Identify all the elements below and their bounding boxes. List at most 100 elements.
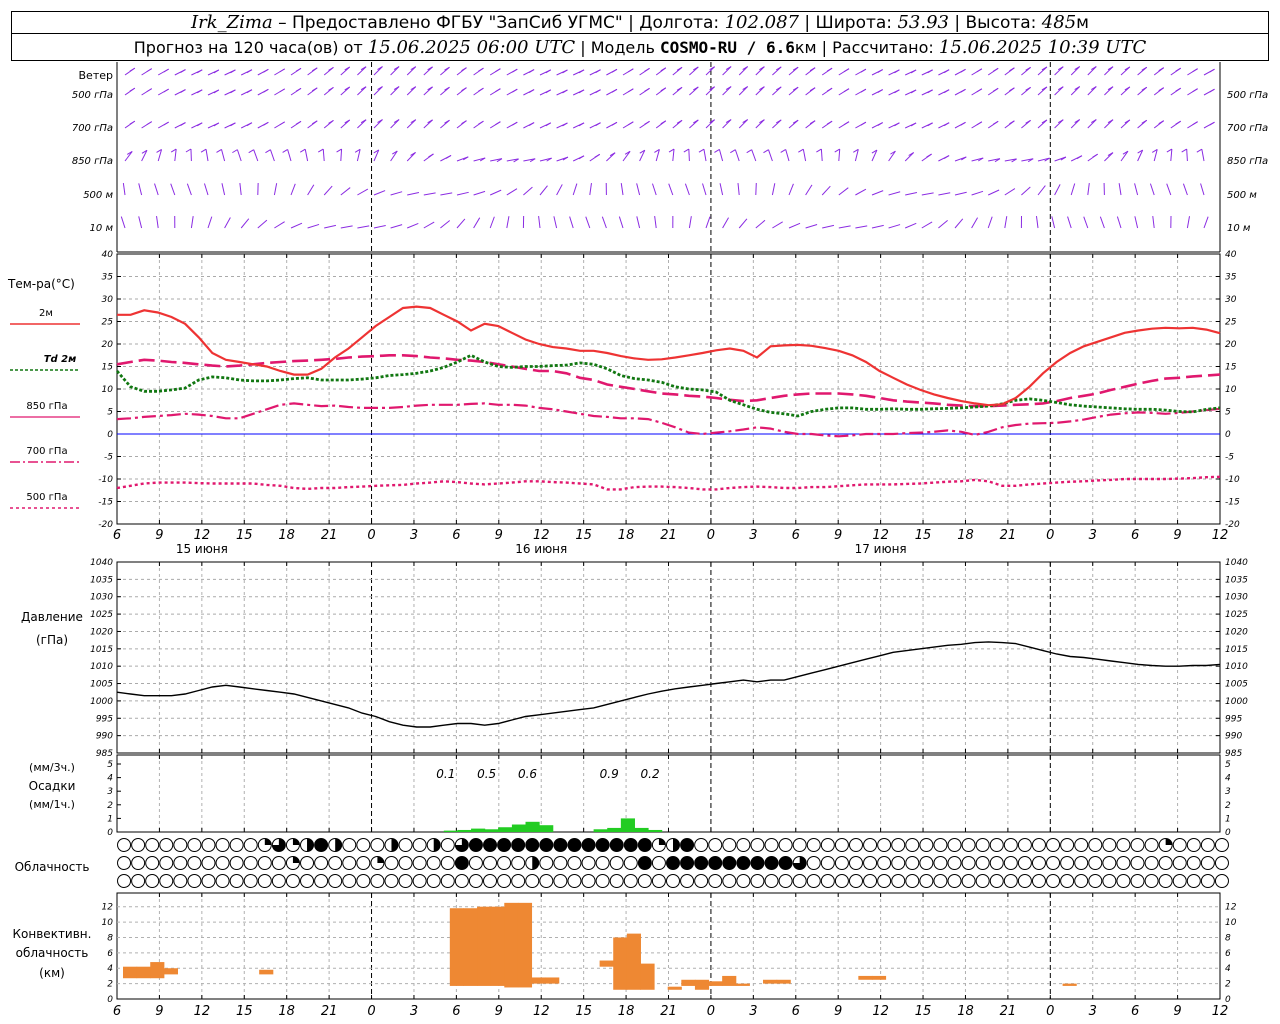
- cloud-circle: [609, 874, 624, 888]
- cloudiness-panel: [117, 838, 1229, 888]
- wind-barb: [307, 223, 320, 229]
- cloud-circle: [680, 856, 695, 870]
- wind-barb: [785, 149, 790, 162]
- wind-barb: [407, 192, 420, 196]
- wind-barb-feather: [611, 121, 618, 126]
- cloud-circle: [666, 856, 680, 870]
- x-tick-label: 3: [410, 528, 418, 543]
- cloud-circle: [1003, 856, 1018, 870]
- wind-barb-feather: [628, 88, 634, 93]
- wind-barb-feather: [628, 121, 634, 126]
- wind-barb-feather: [180, 69, 186, 73]
- wind-barb-feather: [594, 153, 600, 158]
- cloud-circle: [778, 838, 793, 852]
- wind-barb: [124, 151, 133, 162]
- pressure-panel: 985 985 990 990 995 995 1000 1000 1005 1005 1010 10…: [90, 558, 1248, 759]
- cloud-circle: [595, 856, 610, 870]
- wind-barb: [871, 190, 884, 196]
- cloud-circle: [483, 838, 498, 852]
- wind-barb-feather: [644, 120, 650, 125]
- wind-barb: [340, 225, 353, 229]
- wind-barb-feather: [1192, 68, 1198, 73]
- cloud-circle: [215, 874, 230, 888]
- wind-barb-feather: [1175, 120, 1181, 125]
- wind-panel: [116, 62, 1221, 253]
- cloud-circle: [426, 856, 441, 870]
- cloud-circle: [1088, 856, 1103, 870]
- cloud-circle: [919, 838, 934, 852]
- cloud-circle: [497, 874, 512, 888]
- convective-bar: [763, 979, 778, 984]
- y-tick-label-right: 30: [1225, 295, 1237, 305]
- wind-barb-feather: [1175, 67, 1181, 72]
- cloud-circle: [919, 856, 934, 870]
- cloud-circle: [694, 856, 709, 870]
- cloud-circle: [300, 856, 315, 870]
- series-t700: [116, 402, 1221, 438]
- wind-barb: [221, 149, 226, 162]
- x-tick-label: 21: [321, 1004, 338, 1019]
- convective-bar: [694, 979, 710, 990]
- cloud-circle: [1144, 838, 1159, 852]
- x-tick-label: 6: [452, 1004, 460, 1019]
- y-tick-label: 6: [107, 949, 113, 959]
- wind-barb: [971, 217, 979, 229]
- convective-bar: [640, 963, 655, 990]
- cloud-circle: [1200, 874, 1215, 888]
- wind-barb: [323, 185, 333, 196]
- x-tick-label: 18: [278, 528, 295, 543]
- convective-bar: [599, 960, 614, 967]
- cloud-circle: [1214, 874, 1229, 888]
- wind-barb-feather: [763, 149, 769, 154]
- cloud-circle: [933, 856, 948, 870]
- x-tick-label: 6: [1131, 528, 1139, 543]
- wind-level-label-right: 500 гПа: [1227, 90, 1268, 101]
- y-tick-label-right: 8: [1225, 933, 1231, 943]
- wind-barb-feather: [826, 67, 833, 72]
- pressure-title: Давление: [21, 610, 83, 624]
- wind-barb: [622, 151, 631, 162]
- wind-barb-feather: [860, 68, 867, 73]
- cloud-circle: [511, 874, 526, 888]
- cloud-circle: [891, 856, 906, 870]
- cloud-circle: [426, 874, 441, 888]
- cloud-circle: [680, 874, 695, 888]
- y-tick-label-right: 10: [1225, 385, 1237, 395]
- wind-barb: [154, 183, 159, 196]
- cloud-circle: [187, 856, 202, 870]
- cloud-circle: [863, 856, 878, 870]
- wind-level-label: 500 м: [83, 190, 113, 201]
- cloud-circle: [877, 874, 892, 888]
- wind-barb-feather: [512, 68, 518, 73]
- wind-barb-feather: [1175, 87, 1181, 92]
- cloud-circle: [1200, 856, 1215, 870]
- cloud-circle: [1017, 838, 1032, 852]
- cloud-circle: [933, 838, 948, 852]
- wind-barb-feather: [976, 68, 983, 73]
- cloud-fill: [335, 838, 342, 852]
- x-tick-label: 12: [533, 1004, 550, 1019]
- wind-barb-feather: [877, 69, 883, 73]
- wind-barb-feather: [960, 121, 966, 126]
- y-tick-label: 0: [107, 430, 113, 440]
- wind-barb-feather: [960, 88, 966, 93]
- wind-barb-feather: [843, 88, 850, 93]
- convective-bar: [136, 966, 151, 979]
- wind-barb: [170, 183, 176, 196]
- wind-barb: [290, 222, 303, 229]
- wind-barb: [888, 191, 901, 196]
- cloud-circle: [159, 838, 174, 852]
- convective-bar: [871, 975, 887, 980]
- y-tick-label-right: 1010: [1225, 662, 1248, 672]
- cloud-circle: [806, 874, 821, 888]
- cloud-circle: [1031, 874, 1046, 888]
- wind-barb: [838, 187, 849, 196]
- wind-barb: [373, 190, 386, 196]
- cloud-circle: [145, 856, 160, 870]
- conv-unit: (км): [39, 966, 65, 980]
- wind-barb: [871, 224, 884, 229]
- wind-barb-feather: [263, 121, 269, 126]
- y-tick-label: 2: [107, 801, 113, 811]
- y-tick-label-right: 3: [1225, 787, 1231, 797]
- cloud-circle: [257, 874, 272, 888]
